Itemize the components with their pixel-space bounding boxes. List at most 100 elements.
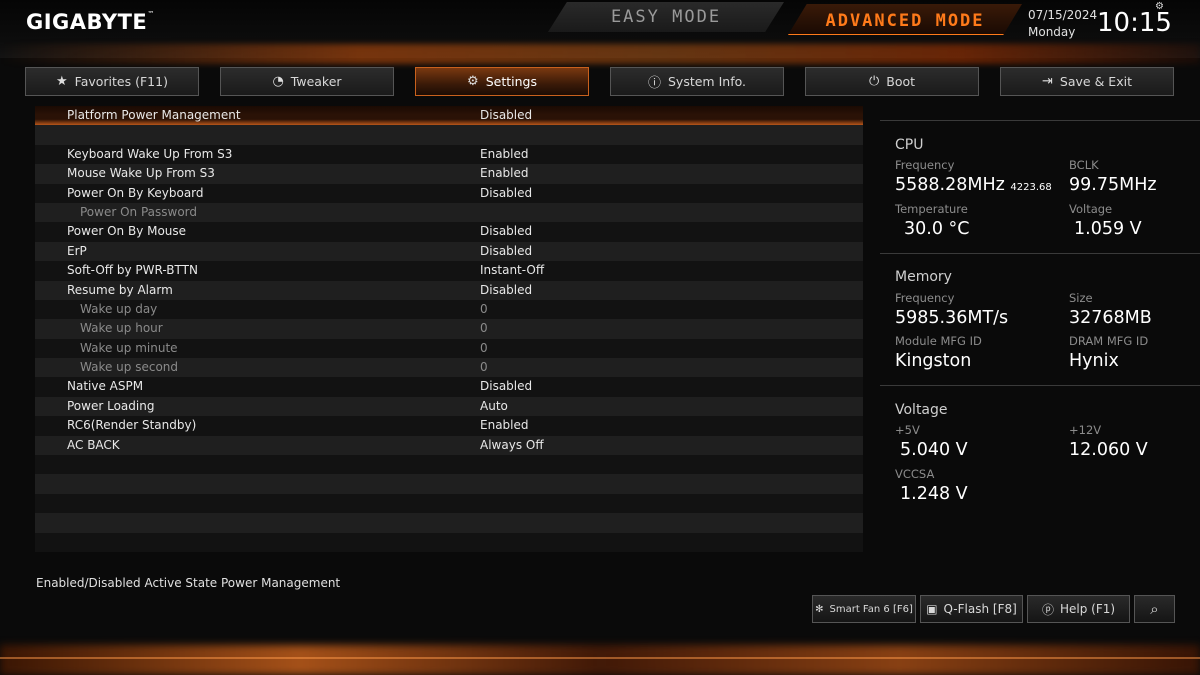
setting-row-empty (35, 455, 863, 475)
setting-row-ac-back[interactable]: AC BACK Always Off (35, 435, 863, 456)
setting-row-wake-minute: Wake up minute 0 (35, 338, 863, 359)
easy-mode-button[interactable]: EASY MODE (548, 2, 784, 32)
tab-label: System Info. (668, 74, 746, 89)
tab-system-info[interactable]: ⓘ System Info. (610, 67, 784, 96)
setting-label: Power On Password (80, 204, 198, 219)
memory-size-value: 32768MB (1069, 308, 1152, 328)
setting-label: Wake up hour (80, 321, 163, 336)
setting-row-keyboard-wake[interactable]: Keyboard Wake Up From S3 Enabled (35, 144, 863, 165)
setting-value[interactable]: Enabled (480, 164, 529, 183)
dram-mfg-value: Hynix (1069, 351, 1119, 371)
help-label: Help (F1) (1059, 602, 1116, 616)
cpu-frequency-value: 5588.28MHz 4223.68 (895, 175, 1052, 195)
5v-label: +5V (895, 423, 920, 437)
setting-row-soft-off[interactable]: Soft-Off by PWR-BTTN Instant-Off (35, 261, 863, 281)
setting-value[interactable]: Disabled (480, 222, 532, 241)
setting-row-platform-power-management[interactable]: Platform Power Management Disabled (35, 106, 863, 126)
setting-value[interactable]: Auto (480, 397, 508, 416)
bclk-value: 99.75MHz (1069, 175, 1157, 195)
setting-value[interactable]: Disabled (480, 106, 532, 125)
memory-section-title: Memory (895, 269, 952, 285)
setting-row-power-on-mouse[interactable]: Power On By Mouse Disabled (35, 222, 863, 242)
power-icon: ⏻ (868, 74, 880, 89)
smart-fan-button[interactable]: ✻ Smart Fan 6 [F6] (812, 595, 916, 623)
tab-label: Save & Exit (1059, 74, 1132, 89)
setting-label: Power On By Mouse (67, 224, 187, 239)
tab-label: Tweaker (290, 74, 342, 89)
advanced-mode-button[interactable]: ADVANCED MODE (788, 4, 1022, 35)
setting-row-empty (35, 474, 863, 494)
setting-label: Platform Power Management (67, 108, 241, 122)
setting-label: Wake up second (80, 360, 179, 375)
setting-row-power-loading[interactable]: Power Loading Auto (35, 396, 863, 417)
star-icon: ★ (56, 74, 68, 89)
date-display: 07/15/2024 Monday (1028, 7, 1097, 41)
help-icon: ⓟ (1041, 602, 1054, 617)
setting-value: 0 (480, 360, 488, 375)
setting-row-wake-day: Wake up day 0 (35, 299, 863, 320)
exit-icon: ⇥ (1042, 74, 1053, 89)
setting-row-empty (35, 532, 863, 552)
setting-label: Native ASPM (67, 379, 144, 394)
cpu-temperature-label: Temperature (895, 202, 968, 216)
cpu-voltage-value: 1.059 V (1074, 219, 1142, 239)
setting-label: Power On By Keyboard (67, 185, 204, 200)
setting-label: Resume by Alarm (67, 282, 173, 297)
setting-row-native-aspm[interactable]: Native ASPM Disabled (35, 377, 863, 397)
memory-size-label: Size (1069, 291, 1093, 305)
vccsa-value: 1.248 V (900, 484, 968, 504)
setting-row-erp[interactable]: ErP Disabled (35, 241, 863, 262)
5v-value: 5.040 V (900, 440, 968, 460)
chip-icon: ▣ (926, 602, 938, 616)
setting-value[interactable]: Disabled (480, 242, 532, 261)
setting-value[interactable]: Always Off (480, 436, 544, 455)
setting-row-empty (35, 513, 863, 533)
qflash-button[interactable]: ▣ Q-Flash [F8] (920, 595, 1023, 623)
cpu-voltage-label: Voltage (1069, 202, 1113, 216)
setting-value[interactable]: Enabled (480, 416, 529, 435)
help-description: Enabled/Disabled Active State Power Mana… (36, 576, 341, 590)
divider (880, 120, 1200, 121)
divider (880, 385, 1200, 386)
brand-logo: GIGABYTE™ (26, 10, 155, 34)
setting-value[interactable]: Disabled (480, 377, 532, 396)
setting-value[interactable]: Enabled (480, 145, 529, 164)
setting-value: 0 (480, 321, 488, 336)
tab-settings[interactable]: ⚙ Settings (415, 67, 589, 96)
setting-row-empty (35, 125, 863, 145)
gear-icon: ⚙ (467, 74, 479, 89)
setting-label: Wake up minute (80, 340, 178, 355)
date-value: 07/15/2024 (1028, 8, 1098, 22)
vccsa-label: VCCSA (895, 467, 935, 481)
cpu-temperature-value: 30.0 °C (904, 219, 970, 239)
setting-label: AC BACK (67, 437, 120, 452)
setting-value[interactable]: Disabled (480, 281, 532, 300)
voltage-section-title: Voltage (895, 402, 948, 418)
setting-value: 0 (480, 301, 488, 316)
info-icon: ⓘ (647, 76, 661, 91)
setting-row-wake-hour: Wake up hour 0 (35, 319, 863, 339)
setting-row-rc6[interactable]: RC6(Render Standby) Enabled (35, 416, 863, 436)
help-button[interactable]: ⓟ Help (F1) (1027, 595, 1130, 623)
setting-label: Power Loading (67, 398, 155, 413)
tab-label: Boot (886, 74, 916, 89)
setting-value[interactable]: Instant-Off (480, 261, 544, 280)
setting-row-resume-alarm[interactable]: Resume by Alarm Disabled (35, 280, 863, 300)
setting-label: ErP (67, 243, 87, 258)
setting-value: 0 (480, 340, 488, 355)
cpu-frequency-label: Frequency (895, 158, 955, 172)
bclk-label: BCLK (1069, 158, 1099, 172)
setting-label: Soft-Off by PWR-BTTN (67, 263, 198, 278)
tab-favorites[interactable]: ★ Favorites (F11) (25, 67, 199, 96)
tab-boot[interactable]: ⏻ Boot (805, 67, 979, 96)
tab-tweaker[interactable]: ◔ Tweaker (220, 67, 394, 96)
setting-row-mouse-wake[interactable]: Mouse Wake Up From S3 Enabled (35, 164, 863, 184)
setting-value[interactable]: Disabled (480, 184, 532, 203)
setting-row-power-on-keyboard[interactable]: Power On By Keyboard Disabled (35, 183, 863, 203)
setting-label: Keyboard Wake Up From S3 (67, 146, 233, 161)
settings-gear-icon[interactable]: ⚙ (1155, 1, 1164, 12)
header-glow (0, 44, 1200, 64)
search-button[interactable]: ⌕ (1134, 595, 1175, 623)
smart-fan-label: Smart Fan 6 [F6] (829, 603, 913, 615)
tab-save-exit[interactable]: ⇥ Save & Exit (1000, 67, 1174, 96)
